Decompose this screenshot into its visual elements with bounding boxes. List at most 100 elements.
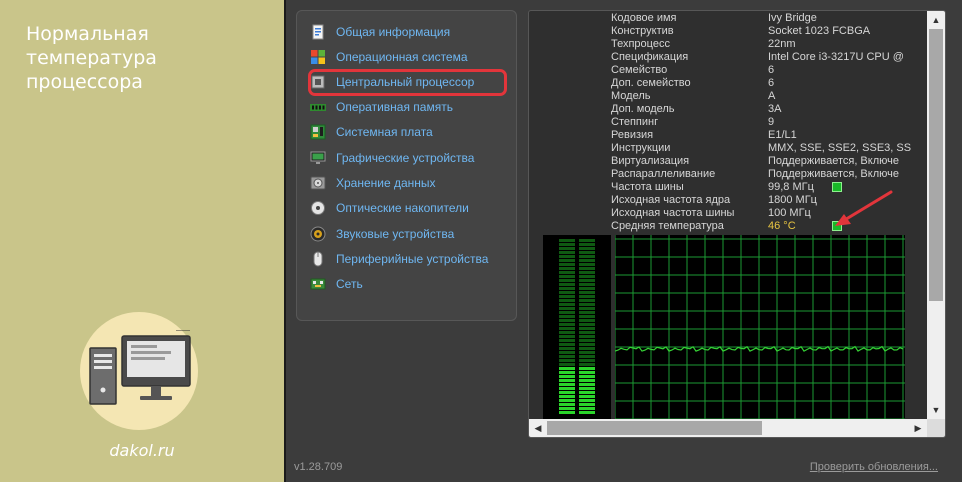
summary-icon [309,23,327,41]
property-row: Доп. модель 3A [529,103,927,116]
category-sidebar: Общая информация Операционная система Це… [296,10,517,321]
promo-title: Нормальная температура процессора [26,22,266,94]
bar-segment [559,303,575,306]
bar-segment [579,399,595,402]
bar-segment [579,275,595,278]
property-value: Ivy Bridge [768,12,817,24]
property-key: Частота шины [611,181,684,193]
property-row: Ревизия E1/L1 [529,129,927,142]
bar-segment [579,283,595,286]
bar-segment [559,411,575,414]
sidebar-item-summary[interactable]: Общая информация [309,21,509,43]
bar-segment [579,319,595,322]
bar-segment [559,339,575,342]
sidebar-item-label: Оптические накопители [336,201,469,215]
property-key: Распараллеливание [611,168,716,180]
sidebar-item-label: Сеть [336,277,363,291]
bar-segment [559,323,575,326]
optical-disc-icon [309,199,327,217]
horizontal-scrollbar[interactable]: ◀ ▶ [529,419,927,437]
promo-title-line: процессора [26,71,143,93]
bar-segment [579,327,595,330]
sidebar-item-network[interactable]: Сеть [309,273,509,295]
bar-segment [579,287,595,290]
bar-segment [579,355,595,358]
bar-segment [579,367,595,370]
bar-segment [559,319,575,322]
bar-segment [559,275,575,278]
sidebar-item-ram[interactable]: Оперативная память [309,96,509,118]
vertical-scrollbar[interactable]: ▲ ▼ [927,11,945,419]
temperature-bar-graph [543,235,611,419]
bar-segment [559,347,575,350]
property-value: 22nm [768,38,796,50]
sidebar-item-os[interactable]: Операционная система [309,46,509,68]
bar-segment [559,383,575,386]
property-key: Техпроцесс [611,38,670,50]
property-value: 9 [768,116,775,128]
horizontal-scroll-thumb[interactable] [547,421,762,435]
bar-segment [579,295,595,298]
property-key: Семейство [611,64,668,76]
sidebar-item-peripherals[interactable]: Периферийные устройства [309,248,509,270]
bar-segment [579,259,595,262]
version-label: v1.28.709 [294,461,343,473]
bar-segment [559,399,575,402]
bar-segment [559,391,575,394]
bar-segment [559,375,575,378]
bar-segment [579,299,595,302]
sidebar-item-label: Периферийные устройства [336,252,489,266]
check-updates-link[interactable]: Проверить обновления... [810,461,938,473]
sidebar-item-graphics[interactable]: Графические устройства [309,147,509,169]
bar-segment [559,351,575,354]
scroll-up-arrow[interactable]: ▲ [927,11,945,29]
sidebar-item-optical[interactable]: Оптические накопители [309,197,509,219]
bar-segment [579,383,595,386]
mouse-icon [309,250,327,268]
bar-segment [559,315,575,318]
vertical-scroll-thumb[interactable] [929,29,943,301]
property-value: 6 [768,77,775,89]
scroll-left-arrow[interactable]: ◀ [529,419,547,437]
property-row: Доп. семейство 6 [529,77,927,90]
property-key: Степпинг [611,116,659,128]
bar-segment [559,283,575,286]
bar-segment [579,391,595,394]
bar-segment [579,331,595,334]
sidebar-item-audio[interactable]: Звуковые устройства [309,223,509,245]
bar-segment [579,403,595,406]
property-row: Распараллеливание Поддерживается, Включе [529,168,927,181]
sidebar-item-storage[interactable]: Хранение данных [309,172,509,194]
property-row: Виртуализация Поддерживается, Включе [529,155,927,168]
bar-segment [559,307,575,310]
bar-segment [579,363,595,366]
red-arrow-annotation [835,190,893,226]
property-key: Инструкции [611,142,671,154]
property-key: Кодовое имя [611,12,677,24]
bar-segment [579,239,595,242]
bar-segment [579,407,595,410]
bar-segment [559,243,575,246]
bar-segment [559,271,575,274]
sidebar-item-label: Общая информация [336,25,451,39]
property-value: 100 МГц [768,207,811,219]
property-row: Модель A [529,90,927,103]
property-value: 3A [768,103,782,115]
property-value: Поддерживается, Включе [768,168,899,180]
bar-segment [559,359,575,362]
details-panel: Кодовое имя Ivy Bridge Конструктив Socket 1… [528,10,946,438]
sidebar-item-motherboard[interactable]: Системная плата [309,121,509,143]
bar-segment [559,331,575,334]
bar-segment [579,315,595,318]
bar-segment [579,271,595,274]
property-row: Конструктив Socket 1023 FCBGA [529,25,927,38]
property-key: Ревизия [611,129,654,141]
bar-segment [559,395,575,398]
bar-segment [579,351,595,354]
property-key: Конструктив [611,25,674,37]
scroll-down-arrow[interactable]: ▼ [927,401,945,419]
sidebar-item-cpu[interactable]: Центральный процессор [309,71,509,93]
promo-panel: Нормальная температура процессора dakol.… [0,0,284,482]
scroll-right-arrow[interactable]: ▶ [909,419,927,437]
motherboard-icon [309,123,327,141]
